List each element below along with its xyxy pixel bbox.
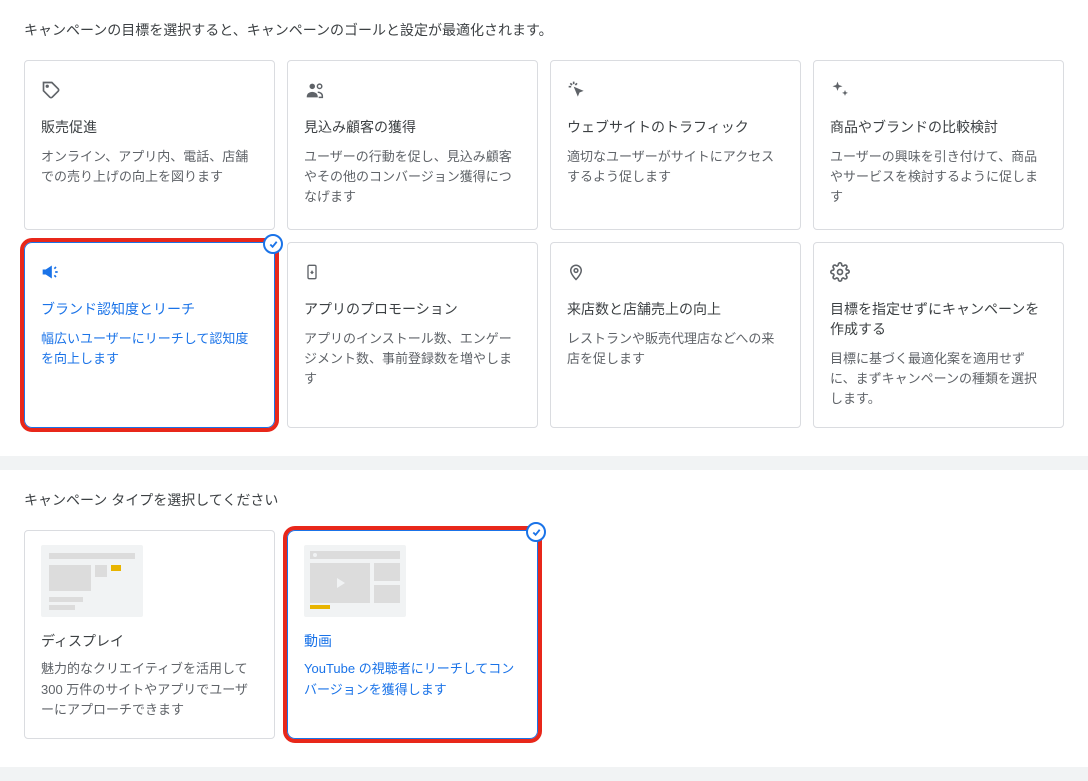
types-grid: ディスプレイ 魅力的なクリエイティブを活用して 300 万件のサイトやアプリでユ… [24, 530, 1064, 738]
card-title: 来店数と店舗売上の向上 [567, 299, 784, 319]
card-desc: ユーザーの行動を促し、見込み顧客やその他のコンバージョン獲得につなげます [304, 147, 521, 207]
objective-card-consideration[interactable]: 商品やブランドの比較検討 ユーザーの興味を引き付けて、商品やサービスを検討するよ… [813, 60, 1064, 230]
type-card-display[interactable]: ディスプレイ 魅力的なクリエイティブを活用して 300 万件のサイトやアプリでユ… [24, 530, 275, 738]
card-desc: 目標に基づく最適化案を適用せずに、まずキャンペーンの種類を選択します。 [830, 349, 1047, 409]
card-desc: オンライン、アプリ内、電話、店舗での売り上げの向上を図ります [41, 147, 258, 187]
phone-icon [304, 261, 521, 283]
card-title: 目標を指定せずにキャンペーンを作成する [830, 299, 1047, 339]
users-icon [304, 79, 521, 101]
objective-card-leads[interactable]: 見込み顧客の獲得 ユーザーの行動を促し、見込み顧客やその他のコンバージョン獲得に… [287, 60, 538, 230]
types-section: キャンペーン タイプを選択してください ディスプレイ 魅力的なクリエイティブを活… [0, 470, 1088, 766]
card-desc: レストランや販売代理店などへの来店を促します [567, 329, 784, 369]
card-desc: 幅広いユーザーにリーチして認知度を向上します [41, 329, 258, 369]
objectives-grid: 販売促進 オンライン、アプリ内、電話、店舗での売り上げの向上を図ります 見込み顧… [24, 60, 1064, 428]
type-card-video[interactable]: 動画 YouTube の視聴者にリーチしてコンバージョンを獲得します [287, 530, 538, 738]
types-header: キャンペーン タイプを選択してください [24, 490, 1064, 510]
card-title: 見込み顧客の獲得 [304, 117, 521, 137]
type-desc: 魅力的なクリエイティブを活用して 300 万件のサイトやアプリでユーザーにアプロ… [41, 659, 258, 719]
card-title: ブランド認知度とリーチ [41, 299, 258, 319]
click-icon [567, 79, 784, 101]
pin-icon [567, 261, 784, 283]
card-desc: アプリのインストール数、エンゲージメント数、事前登録数を増やします [304, 329, 521, 389]
card-desc: ユーザーの興味を引き付けて、商品やサービスを検討するように促します [830, 147, 1047, 207]
type-title: 動画 [304, 631, 521, 651]
objectives-section: キャンペーンの目標を選択すると、キャンペーンのゴールと設定が最適化されます。 販… [0, 0, 1088, 456]
display-thumbnail-icon [41, 545, 143, 617]
type-desc: YouTube の視聴者にリーチしてコンバージョンを獲得します [304, 659, 521, 699]
megaphone-icon [41, 261, 258, 283]
sparkle-icon [830, 79, 1047, 101]
objective-card-awareness[interactable]: ブランド認知度とリーチ 幅広いユーザーにリーチして認知度を向上します [24, 242, 275, 428]
card-title: ウェブサイトのトラフィック [567, 117, 784, 137]
card-title: アプリのプロモーション [304, 299, 521, 319]
tag-icon [41, 79, 258, 101]
objectives-header: キャンペーンの目標を選択すると、キャンペーンのゴールと設定が最適化されます。 [24, 20, 1064, 40]
objective-card-traffic[interactable]: ウェブサイトのトラフィック 適切なユーザーがサイトにアクセスするよう促します [550, 60, 801, 230]
objective-card-app[interactable]: アプリのプロモーション アプリのインストール数、エンゲージメント数、事前登録数を… [287, 242, 538, 428]
type-title: ディスプレイ [41, 631, 258, 651]
objective-card-sales[interactable]: 販売促進 オンライン、アプリ内、電話、店舗での売り上げの向上を図ります [24, 60, 275, 230]
card-title: 販売促進 [41, 117, 258, 137]
objective-card-store[interactable]: 来店数と店舗売上の向上 レストランや販売代理店などへの来店を促します [550, 242, 801, 428]
check-icon [263, 234, 283, 254]
gear-icon [830, 261, 1047, 283]
check-icon [526, 522, 546, 542]
objective-card-nogoal[interactable]: 目標を指定せずにキャンペーンを作成する 目標に基づく最適化案を適用せずに、まずキ… [813, 242, 1064, 428]
video-thumbnail-icon [304, 545, 406, 617]
card-title: 商品やブランドの比較検討 [830, 117, 1047, 137]
card-desc: 適切なユーザーがサイトにアクセスするよう促します [567, 147, 784, 187]
